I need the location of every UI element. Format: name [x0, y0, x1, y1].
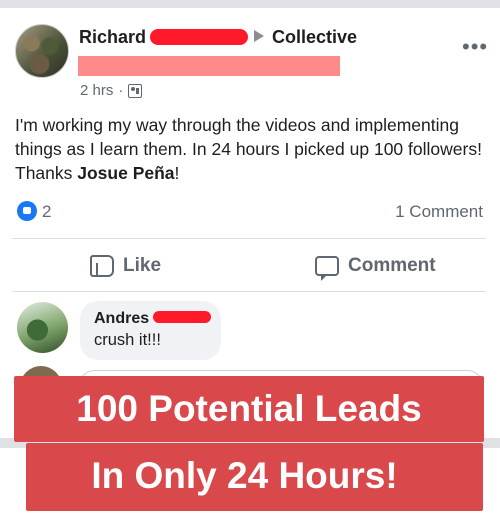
comment-button[interactable]: Comment: [315, 251, 436, 281]
post-time[interactable]: 2 hrs: [80, 82, 113, 99]
author-name[interactable]: Richard: [79, 27, 146, 47]
divider: [12, 291, 486, 292]
overlay-banner-line-1: 100 Potential Leads: [14, 376, 484, 442]
tagged-user[interactable]: Josue Peña: [77, 163, 174, 183]
triangle-right-icon: [254, 30, 265, 42]
post-text-end: !: [174, 163, 180, 183]
post-header: Richard Collective: [79, 27, 357, 48]
group-audience-icon: [128, 83, 143, 98]
author-avatar[interactable]: [15, 24, 69, 78]
like-reaction-icon[interactable]: [17, 201, 37, 221]
redacted-surname: [153, 311, 212, 323]
commenter-name[interactable]: Andres: [94, 310, 149, 327]
like-button[interactable]: Like: [90, 251, 161, 281]
comment-bubble-icon: [315, 256, 339, 281]
comment-count[interactable]: 1 Comment: [395, 202, 483, 222]
divider: [12, 238, 486, 239]
group-name[interactable]: Collective: [272, 27, 357, 47]
post-body: I'm working my way through the videos an…: [15, 113, 485, 185]
reaction-count[interactable]: 2: [42, 202, 51, 222]
comment-text: crush it!!!: [94, 331, 161, 349]
commenter-avatar[interactable]: [17, 302, 68, 353]
overlay-banner-line-2: In Only 24 Hours!: [26, 443, 483, 511]
comment-label: Comment: [348, 255, 436, 276]
redacted-surname: [150, 29, 249, 45]
thumbs-up-icon: [90, 255, 114, 277]
meta-separator: ·: [118, 82, 124, 99]
more-options-icon[interactable]: •••: [462, 34, 488, 60]
post-meta: 2 hrs ·: [80, 82, 143, 99]
like-label: Like: [123, 255, 162, 276]
redaction-bar: [78, 56, 340, 76]
comment-bubble: Andres crush it!!!: [80, 301, 221, 360]
commenter-name-line: Andres: [94, 310, 212, 328]
